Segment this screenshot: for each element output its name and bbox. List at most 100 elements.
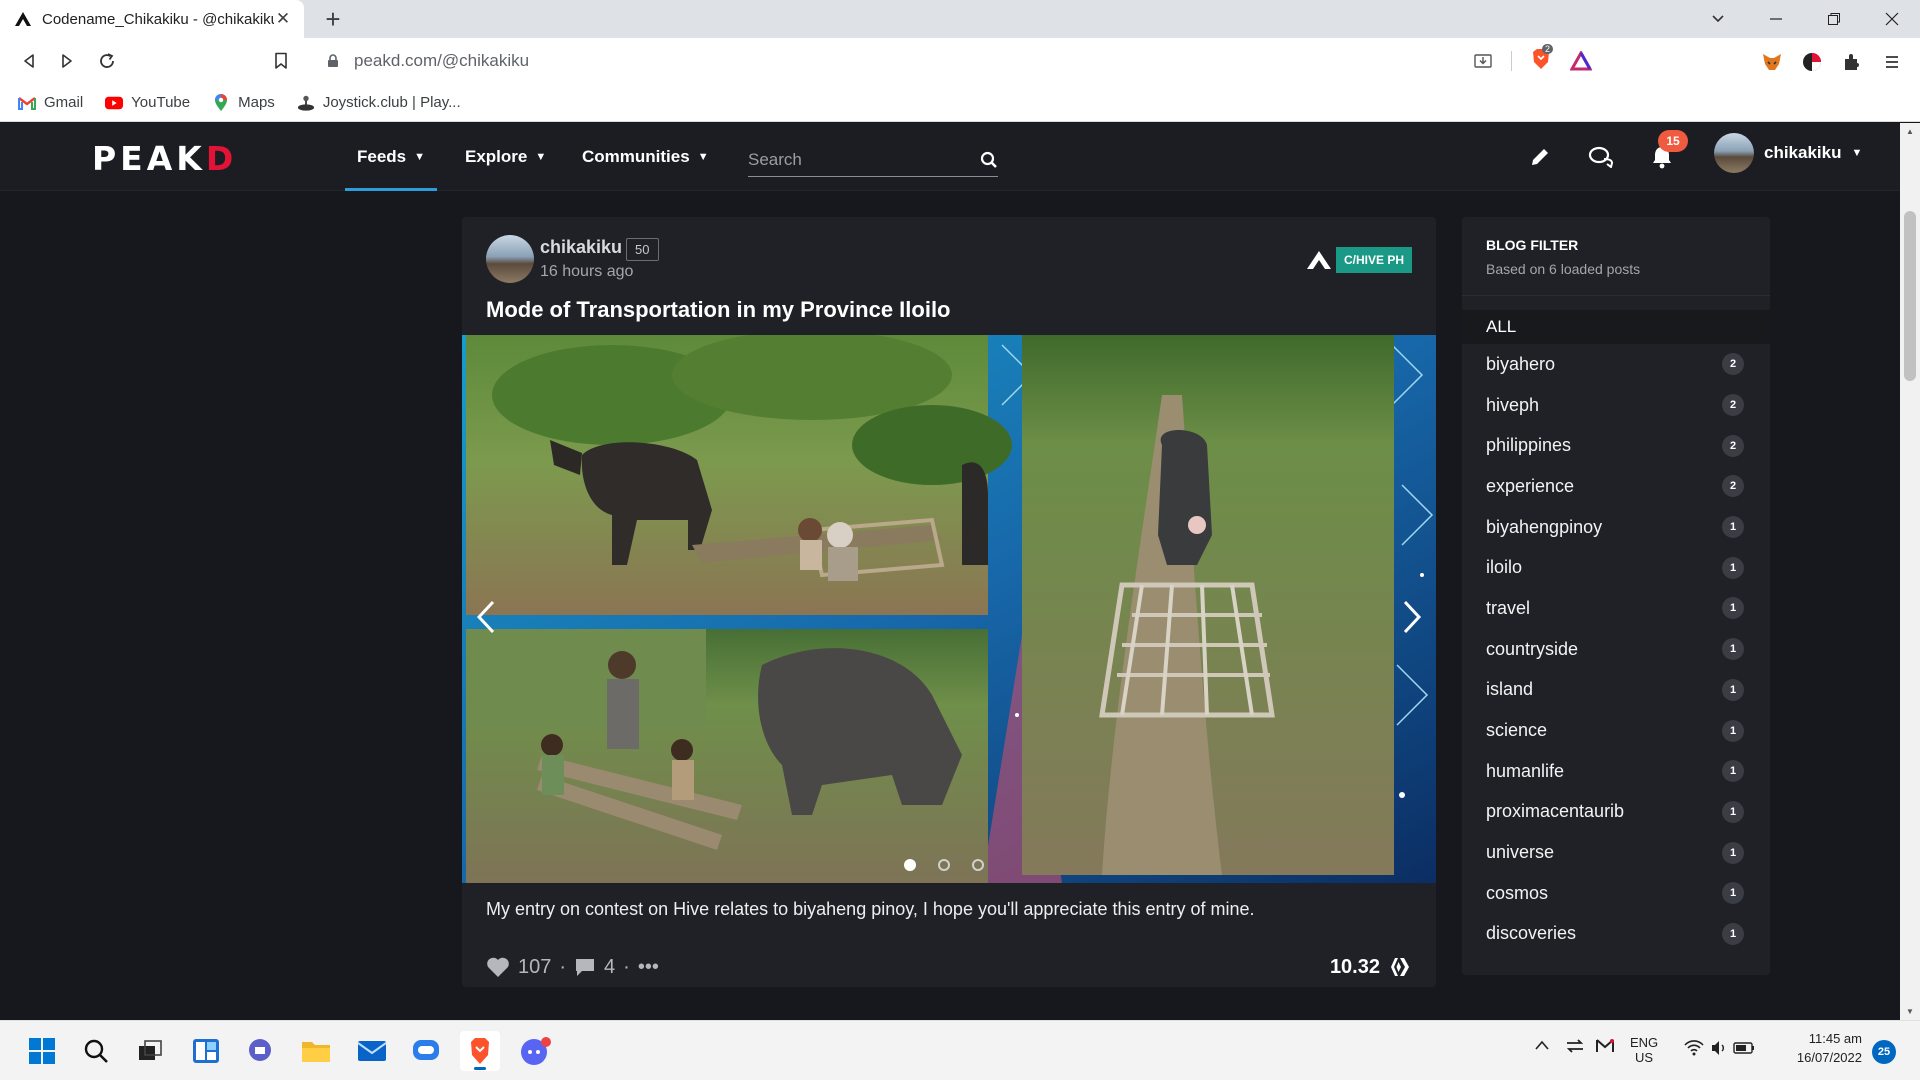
url-bar[interactable]: peakd.com/@chikakiku 2 — [314, 43, 1612, 78]
brave-shields-button[interactable]: 2 — [1530, 43, 1554, 76]
brave-browser-button[interactable] — [460, 1031, 500, 1071]
chat-button[interactable] — [1587, 143, 1615, 171]
reload-icon — [100, 53, 114, 68]
file-explorer-button[interactable] — [296, 1031, 336, 1071]
chat-bubble-icon — [413, 1040, 439, 1060]
filter-tag-philippines[interactable]: philippines 2 — [1462, 425, 1770, 466]
metamask-extension-icon[interactable] — [1760, 50, 1784, 74]
widgets-button[interactable] — [186, 1031, 226, 1071]
search-icon[interactable] — [980, 151, 998, 169]
bookmark-joystick[interactable]: Joystick.club | Play... — [297, 94, 461, 112]
payout[interactable]: 10.32 — [1330, 955, 1412, 979]
filter-tag-hiveph[interactable]: hiveph 2 — [1462, 385, 1770, 426]
filter-tag-science[interactable]: science 1 — [1462, 710, 1770, 751]
peakd-logo[interactable]: PEAKD — [92, 139, 237, 178]
carousel-dot[interactable] — [972, 859, 984, 871]
scrollbar-thumb[interactable] — [1904, 211, 1916, 381]
community-tag: C/HIVE PH — [1335, 247, 1412, 273]
post-title[interactable]: Mode of Transportation in my Province Il… — [486, 297, 951, 323]
more-options-button[interactable]: ••• — [638, 956, 659, 979]
filter-tag-biyahero[interactable]: biyahero 2 — [1462, 344, 1770, 385]
clock[interactable]: 11:45 am 16/07/2022 — [1778, 1031, 1862, 1065]
restore-button[interactable] — [1806, 0, 1862, 38]
mail-button[interactable] — [352, 1031, 392, 1071]
filter-tag-count: 1 — [1722, 841, 1744, 864]
carousel-dot[interactable] — [938, 859, 950, 871]
comment-count[interactable]: 4 — [604, 956, 615, 979]
messenger-button[interactable] — [406, 1031, 446, 1071]
scroll-down-icon[interactable]: ▼ — [1906, 1007, 1914, 1016]
nav-feeds[interactable]: Feeds ▼ — [344, 123, 438, 191]
filter-tag-cosmos[interactable]: cosmos 1 — [1462, 873, 1770, 914]
discord-button[interactable] — [516, 1031, 556, 1071]
filter-tag-travel[interactable]: travel 1 — [1462, 588, 1770, 629]
clock-date: 16/07/2022 — [1796, 1050, 1862, 1065]
new-tab-button[interactable]: + — [318, 4, 348, 34]
pie-extension-icon[interactable] — [1800, 50, 1824, 74]
scroll-up-icon[interactable]: ▲ — [1906, 127, 1914, 136]
filter-tag-humanlife[interactable]: humanlife 1 — [1462, 751, 1770, 792]
filter-tag-iloilo[interactable]: iloilo 1 — [1462, 547, 1770, 588]
filter-tag-proximacentaurib[interactable]: proximacentaurib 1 — [1462, 792, 1770, 833]
transfer-icon — [1566, 1039, 1584, 1053]
task-view-button[interactable] — [130, 1031, 170, 1071]
search-input[interactable] — [748, 149, 980, 170]
write-post-button[interactable] — [1526, 143, 1554, 171]
show-hidden-icons-button[interactable] — [1534, 1039, 1550, 1054]
filter-tag-island[interactable]: island 1 — [1462, 670, 1770, 711]
tab-title: Codename_Chikakiku - @chikakiku — [42, 10, 274, 28]
filter-tag-count: 1 — [1722, 556, 1744, 579]
start-button[interactable] — [22, 1031, 62, 1071]
reload-button[interactable] — [92, 46, 122, 76]
minimize-button[interactable] — [1748, 0, 1804, 38]
bookmark-youtube[interactable]: YouTube — [105, 94, 190, 112]
heart-icon[interactable] — [486, 956, 510, 978]
network-volume-battery[interactable] — [1684, 1039, 1758, 1060]
carousel-prev-button[interactable] — [472, 597, 500, 637]
nav-explore[interactable]: Explore ▼ — [465, 123, 546, 191]
tray-app-icon[interactable] — [1566, 1039, 1584, 1056]
extensions-puzzle-icon[interactable] — [1840, 50, 1864, 74]
taskbar-search-button[interactable] — [76, 1031, 116, 1071]
filter-tag-biyahengpinoy[interactable]: biyahengpinoy 1 — [1462, 507, 1770, 548]
bookmark-gmail[interactable]: Gmail — [18, 94, 83, 112]
post-timestamp[interactable]: 16 hours ago — [540, 263, 659, 281]
user-menu[interactable]: chikakiku ▼ — [1714, 133, 1862, 173]
post-image-carousel[interactable] — [462, 335, 1436, 883]
brave-rewards-icon[interactable] — [1570, 51, 1592, 71]
filter-tag-discoveries[interactable]: discoveries 1 — [1462, 914, 1770, 955]
bookmark-maps[interactable]: Maps — [212, 93, 275, 112]
nav-communities[interactable]: Communities ▼ — [582, 123, 709, 191]
back-button[interactable] — [14, 46, 44, 76]
language-indicator[interactable]: ENG US — [1630, 1035, 1658, 1065]
carousel-dot[interactable] — [904, 859, 916, 871]
community-link[interactable]: C/HIVE PH — [1306, 247, 1412, 273]
close-window-button[interactable] — [1864, 0, 1920, 38]
filter-tag-count: 1 — [1722, 597, 1744, 620]
tray-gmail-icon[interactable] — [1596, 1039, 1614, 1056]
notification-count-badge: 15 — [1658, 130, 1688, 152]
author-avatar[interactable] — [486, 235, 534, 283]
vote-count[interactable]: 107 — [518, 956, 551, 979]
tab-search-chevron-icon[interactable] — [1690, 0, 1746, 38]
filter-tag-universe[interactable]: universe 1 — [1462, 832, 1770, 873]
filter-tag-experience[interactable]: experience 2 — [1462, 466, 1770, 507]
carousel-next-button[interactable] — [1398, 597, 1426, 637]
browser-tab-active[interactable]: Codename_Chikakiku - @chikakiku ✕ — [0, 0, 304, 38]
browser-menu-icon[interactable] — [1880, 50, 1904, 74]
post-summary[interactable]: My entry on contest on Hive relates to b… — [486, 899, 1255, 920]
comment-icon[interactable] — [574, 957, 596, 977]
bookmark-label: YouTube — [131, 94, 191, 111]
post-author[interactable]: chikakiku — [540, 237, 622, 257]
blog-filter-title: BLOG FILTER — [1486, 237, 1579, 253]
teams-chat-button[interactable] — [240, 1031, 280, 1071]
tab-close-icon[interactable]: ✕ — [274, 9, 292, 29]
notification-center-badge[interactable]: 25 — [1872, 1040, 1896, 1064]
filter-tag-countryside[interactable]: countryside 1 — [1462, 629, 1770, 670]
folder-icon — [302, 1042, 330, 1062]
forward-button[interactable] — [52, 46, 82, 76]
page-scrollbar[interactable]: ▲ ▼ — [1900, 123, 1920, 1020]
filter-all[interactable]: ALL — [1462, 310, 1770, 344]
bookmark-page-button[interactable] — [266, 46, 296, 76]
install-app-icon[interactable] — [1473, 51, 1493, 71]
